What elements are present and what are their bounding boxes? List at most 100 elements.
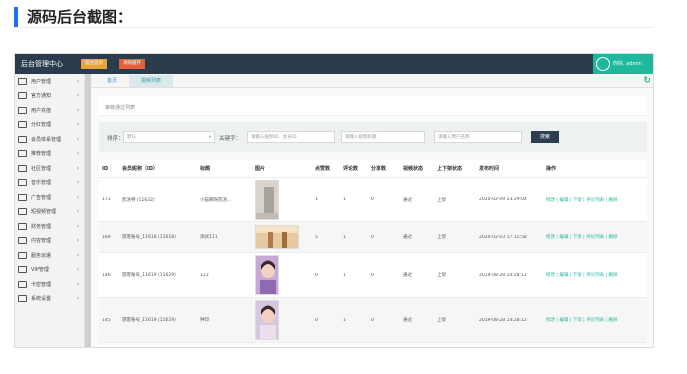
sidebar-item-membership[interactable]: 会员体系管理 › (15, 132, 84, 147)
cell-likes: 1 (315, 197, 318, 202)
sidebar-item-content[interactable]: 内容管理 › (15, 234, 84, 249)
search-button[interactable]: 搜索 (531, 131, 559, 143)
col-video-status: 视频状态 (403, 166, 424, 172)
chevron-right-icon: › (76, 135, 79, 143)
chevron-right-icon: › (76, 237, 79, 245)
cell-title: 测试111 (200, 235, 218, 240)
col-comments: 评论数 (343, 166, 359, 172)
cell-time: 2019-08-28 14:28:12 (479, 272, 527, 278)
chevron-right-icon: › (76, 251, 79, 259)
cell-comments: 1 (343, 317, 346, 323)
sidebar-item-referral[interactable]: 推荐管理 › (15, 147, 84, 162)
chevron-right-icon: › (76, 106, 79, 114)
video-thumbnail[interactable] (255, 179, 279, 220)
section-heading: 源码后台截图： (14, 6, 654, 28)
user-avatar-icon (596, 57, 610, 71)
cell-id: 145 (102, 317, 111, 323)
brand-title: 后台管理中心 (21, 60, 63, 68)
title-search-input[interactable]: 请输入视频标题 (341, 131, 425, 143)
chevron-right-icon: › (76, 266, 79, 274)
sidebar-item-cardkey[interactable]: 卡密管理 › (15, 277, 84, 292)
row-actions[interactable]: 修改 | 编辑 | 下架 | 评论列表 | 删除 (543, 234, 647, 240)
col-image: 图片 (255, 166, 266, 172)
cell-shelf: 上架 (437, 197, 446, 203)
table-row: 145 游客账号_11619 (11629) 钟印 0 1 0 通过 上架 20… (99, 298, 647, 343)
cell-status: 通过 (403, 318, 412, 323)
cell-id: 169 (102, 234, 111, 240)
chevron-right-icon: › (76, 150, 79, 158)
cell-comments: 1 (343, 272, 346, 278)
cell-likes: 5 (315, 234, 318, 240)
filter-bar: 排序： 默认 ▾ 关键字： 请输入视频ID、会员ID 请输入视频标题 请输入用户名… (99, 122, 647, 152)
sort-label: 排序： (107, 136, 124, 142)
video-thumbnail[interactable] (255, 255, 279, 295)
row-actions[interactable]: 修改 | 编辑 | 下架 | 评论列表 | 删除 (543, 317, 647, 323)
user-greeting: 你好, admin (613, 61, 642, 67)
keyword-label: 关键字： (219, 136, 242, 142)
cell-shelf: 上架 (437, 318, 446, 323)
cell-comments: 1 (343, 197, 346, 202)
table-row: 146 游客账号_11619 (11629) 123 0 1 0 通过 上架 2… (99, 253, 647, 298)
sort-select[interactable]: 默认 ▾ (123, 131, 215, 143)
cell-member: 游客账号_11619 (11629) (122, 273, 176, 278)
video-table: ID 会员昵称（ID） 标题 图片 点赞数 评论数 分享数 视频状态 上下架状态… (99, 160, 647, 343)
cell-time: 2019-08-28 14:28:12 (479, 317, 527, 323)
table-row: 171 凯洛特 (11632) 小猫啊呀凯洛... 1 1 0 通过 上架 20… (99, 178, 647, 222)
chevron-right-icon: › (76, 92, 79, 100)
sidebar-item-dividend[interactable]: 分红管理 › (15, 118, 84, 133)
cell-shares: 0 (371, 234, 374, 240)
sidebar-item-finance[interactable]: 财务管理 › (15, 219, 84, 234)
admin-screenshot: 后台管理中心 前台首页 清除缓存 你好, admin 用户管理 › 官方通知 › 用… (14, 53, 654, 348)
video-thumbnail[interactable] (255, 300, 279, 340)
sub-tab-panel: 审核通过列表 (99, 96, 647, 116)
col-title: 标题 (200, 166, 211, 172)
monitor-icon (18, 135, 27, 143)
cell-comments: 1 (343, 234, 346, 240)
monitor-icon (18, 92, 27, 100)
row-actions[interactable]: 修改 | 编辑 | 下架 | 评论列表 | 删除 (543, 197, 647, 203)
cell-image (252, 225, 312, 249)
user-search-input[interactable]: 请输入用户名称 (434, 131, 522, 143)
refresh-icon[interactable]: ↻ (643, 76, 651, 86)
cell-id: 146 (102, 272, 111, 278)
cell-title: 钟印 (200, 318, 209, 323)
tab-approved-list[interactable]: 审核通过列表 (105, 104, 135, 111)
monitor-icon (18, 106, 27, 114)
cell-time: 2020-02-03 17:15:58 (479, 234, 527, 240)
cell-image (252, 179, 312, 220)
heading-text: 源码后台截图： (27, 8, 133, 26)
sidebar-item-recharge[interactable]: 用户充值 › (15, 103, 84, 118)
user-menu[interactable]: 你好, admin (593, 54, 653, 74)
sidebar-item-users[interactable]: 用户管理 › (15, 74, 84, 89)
cell-title: 123 (200, 272, 209, 278)
heading-accent-bar (14, 6, 18, 27)
cell-member: 游客账号_11619 (11629) (122, 318, 176, 323)
row-actions[interactable]: 修改 | 编辑 | 下架 | 评论列表 | 删除 (543, 272, 647, 278)
cell-member: 凯洛特 (11632) (122, 197, 155, 203)
sidebar-item-music[interactable]: 音乐管理 › (15, 176, 84, 191)
monitor-icon (18, 280, 27, 288)
cell-title: 小猫啊呀凯洛... (200, 197, 232, 203)
tab-home[interactable]: 首页 (95, 75, 129, 87)
col-id: ID (102, 165, 109, 172)
cell-shelf: 上架 (437, 273, 446, 278)
sidebar-item-settings[interactable]: 系统设置 › (15, 292, 84, 307)
monitor-icon (18, 164, 27, 172)
front-page-button[interactable]: 前台首页 (81, 59, 107, 69)
sidebar-item-dispatch[interactable]: 服务派遣 › (15, 248, 84, 263)
cell-shares: 0 (371, 197, 374, 202)
cell-shelf: 上架 (437, 235, 446, 240)
sidebar-item-ads[interactable]: 广告管理 › (15, 190, 84, 205)
sidebar-item-community[interactable]: 社区管理 › (15, 161, 84, 176)
id-search-input[interactable]: 请输入视频ID、会员ID (247, 131, 335, 143)
col-shares: 分享数 (371, 166, 387, 172)
sidebar-item-vip[interactable]: VIP管理 › (15, 263, 84, 278)
sidebar-item-notice[interactable]: 官方通知 › (15, 89, 84, 104)
video-thumbnail[interactable] (255, 225, 299, 249)
tab-video-list[interactable]: 视频列表 (129, 75, 174, 87)
clear-cache-button[interactable]: 清除缓存 (119, 59, 145, 69)
sidebar-item-video[interactable]: 短视频管理 › (15, 205, 84, 220)
chevron-down-icon: ▾ (208, 135, 211, 140)
col-publish-time: 发布时间 (479, 166, 500, 172)
cell-shares: 0 (371, 272, 374, 278)
